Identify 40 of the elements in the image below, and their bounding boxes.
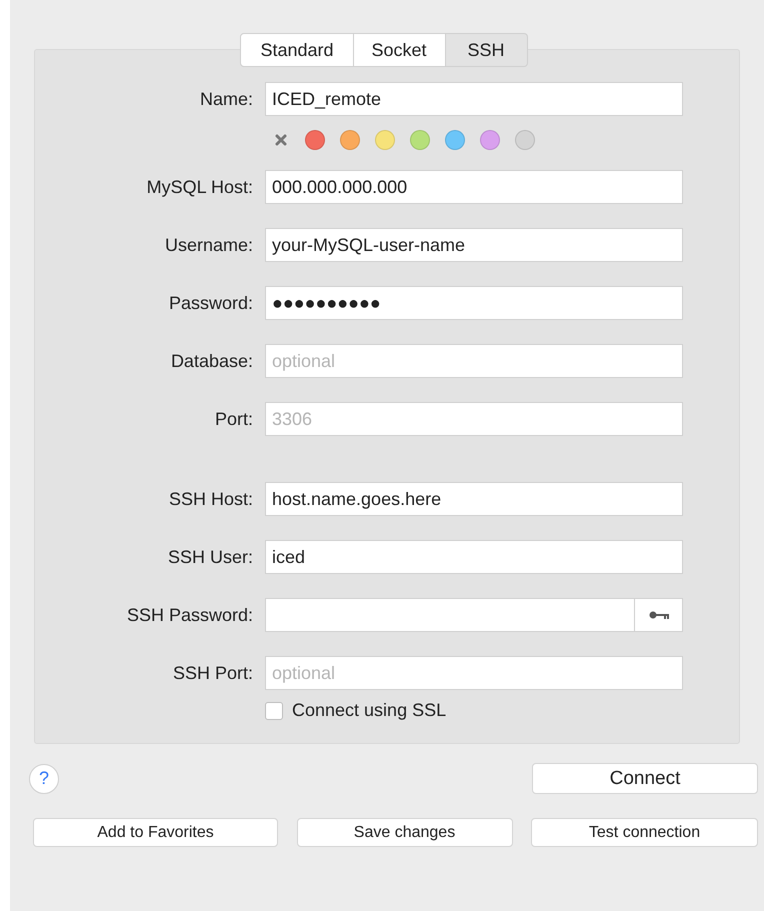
field-label: Port: xyxy=(214,408,253,430)
color-dot[interactable] xyxy=(515,130,535,150)
input-field[interactable]: 000.000.000.000 xyxy=(265,170,683,204)
input-field[interactable]: ICED_remote xyxy=(265,82,683,116)
input-field[interactable]: your-MySQL-user-name xyxy=(265,228,683,262)
color-dot[interactable] xyxy=(375,130,395,150)
connect-button[interactable]: Connect xyxy=(532,763,758,794)
color-dot[interactable] xyxy=(305,130,325,150)
field-label: Name: xyxy=(198,88,253,110)
tab[interactable]: Socket xyxy=(354,33,446,67)
color-dot[interactable] xyxy=(480,130,500,150)
input-field[interactable]: 3306 xyxy=(265,402,683,436)
action-button[interactable]: Test connection xyxy=(531,818,758,847)
input-field[interactable]: optional xyxy=(265,656,683,690)
field-label: SSH Password: xyxy=(126,604,253,626)
field-label: Password: xyxy=(168,292,253,314)
key-icon xyxy=(648,610,670,620)
field-label: SSH Port: xyxy=(172,662,253,684)
field-label: Database: xyxy=(170,350,253,372)
action-button[interactable]: Add to Favorites xyxy=(33,818,278,847)
color-dot[interactable] xyxy=(340,130,360,150)
clear-icon[interactable] xyxy=(275,134,287,146)
input-field[interactable]: ●●●●●●●●●● xyxy=(265,286,683,320)
input-field[interactable]: host.name.goes.here xyxy=(265,482,683,516)
action-button[interactable]: Save changes xyxy=(296,818,512,847)
field-label: SSH Host: xyxy=(168,488,253,510)
help-button[interactable]: ? xyxy=(29,764,59,794)
tab[interactable]: Standard xyxy=(240,33,354,67)
input-field[interactable]: optional xyxy=(265,344,683,378)
color-dot[interactable] xyxy=(445,130,465,150)
color-dot[interactable] xyxy=(410,130,430,150)
field-label: MySQL Host: xyxy=(146,176,253,198)
keychain-button[interactable] xyxy=(635,598,683,632)
input-field[interactable]: iced xyxy=(265,540,683,574)
tab[interactable]: SSH xyxy=(446,33,528,67)
field-label: SSH User: xyxy=(166,546,253,568)
field-label: Username: xyxy=(164,234,253,256)
input-field[interactable] xyxy=(265,598,635,632)
checkbox-label: Connect using SSL xyxy=(292,700,446,721)
checkbox[interactable] xyxy=(265,702,283,720)
